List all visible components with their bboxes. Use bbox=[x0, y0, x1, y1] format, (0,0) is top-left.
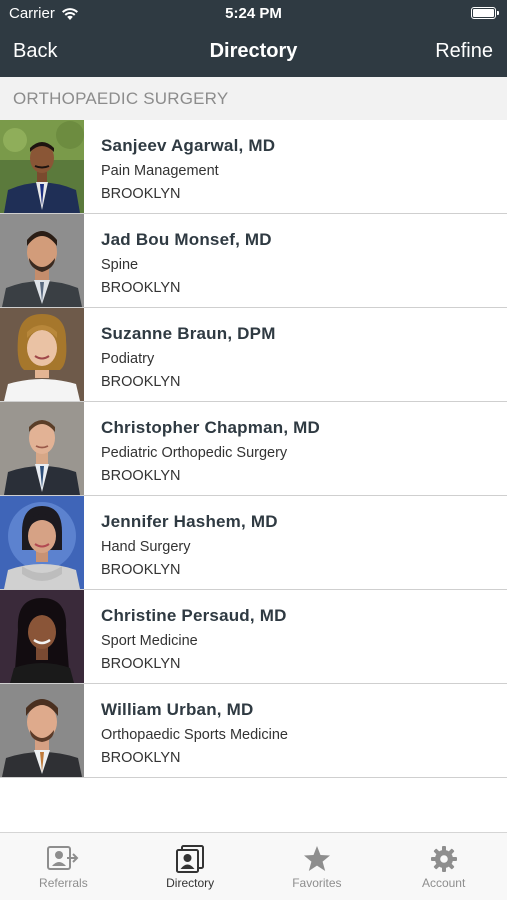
list-item[interactable]: William Urban, MD Orthopaedic Sports Med… bbox=[0, 684, 507, 778]
doctor-location: BROOKLYN bbox=[101, 656, 181, 672]
list-item[interactable]: Jennifer Hashem, MD Hand Surgery BROOKLY… bbox=[0, 496, 507, 590]
status-bar: Carrier 5:24 PM bbox=[0, 0, 507, 28]
doctor-name: William Urban, MD bbox=[101, 700, 254, 719]
doctor-photo bbox=[0, 214, 84, 307]
battery-icon bbox=[471, 7, 499, 19]
doctor-photo bbox=[0, 402, 84, 495]
doctor-location: BROOKLYN bbox=[101, 186, 181, 202]
tab-directory[interactable]: Directory bbox=[127, 833, 254, 900]
doctor-photo bbox=[0, 684, 84, 777]
doctor-specialty: Sport Medicine bbox=[101, 633, 198, 649]
doctor-photo bbox=[0, 590, 84, 683]
doctor-specialty: Orthopaedic Sports Medicine bbox=[101, 727, 288, 743]
gear-icon bbox=[430, 846, 457, 872]
tab-label: Favorites bbox=[292, 876, 342, 890]
clock: 5:24 PM bbox=[225, 5, 282, 22]
doctor-name: Sanjeev Agarwal, MD bbox=[101, 136, 276, 155]
list-item[interactable]: Suzanne Braun, DPM Podiatry BROOKLYN bbox=[0, 308, 507, 402]
doctor-specialty: Pain Management bbox=[101, 163, 219, 179]
doctor-specialty: Podiatry bbox=[101, 351, 155, 367]
tab-referrals[interactable]: Referrals bbox=[0, 833, 127, 900]
doctor-name: Christine Persaud, MD bbox=[101, 606, 287, 625]
doctor-specialty: Spine bbox=[101, 257, 139, 273]
list-item[interactable]: Jad Bou Monsef, MD Spine BROOKLYN bbox=[0, 214, 507, 308]
doctor-name: Christopher Chapman, MD bbox=[101, 418, 321, 437]
tab-favorites[interactable]: Favorites bbox=[254, 833, 381, 900]
tab-account[interactable]: Account bbox=[380, 833, 507, 900]
tab-label: Account bbox=[421, 876, 466, 890]
tab-label: Referrals bbox=[39, 876, 88, 890]
doctor-location: BROOKLYN bbox=[101, 280, 181, 296]
doctor-photo bbox=[0, 496, 84, 589]
doctor-location: BROOKLYN bbox=[101, 562, 181, 578]
directory-icon bbox=[176, 845, 205, 873]
doctor-location: BROOKLYN bbox=[101, 750, 181, 766]
list-item[interactable]: Christine Persaud, MD Sport Medicine BRO… bbox=[0, 590, 507, 684]
list-item[interactable]: Sanjeev Agarwal, MD Pain Management BROO… bbox=[0, 120, 507, 214]
doctor-name: Jennifer Hashem, MD bbox=[101, 512, 278, 531]
doctor-name: Suzanne Braun, DPM bbox=[101, 324, 276, 343]
doctor-location: BROOKLYN bbox=[101, 374, 181, 390]
doctor-name: Jad Bou Monsef, MD bbox=[101, 230, 272, 249]
refine-button[interactable]: Refine bbox=[435, 40, 493, 63]
tab-bar: Referrals Directory Favorites Account bbox=[0, 832, 507, 900]
tab-label: Directory bbox=[166, 876, 215, 890]
section-title: ORTHOPAEDIC SURGERY bbox=[13, 89, 229, 108]
doctor-list: Sanjeev Agarwal, MD Pain Management BROO… bbox=[0, 120, 507, 778]
list-item[interactable]: Christopher Chapman, MD Pediatric Orthop… bbox=[0, 402, 507, 496]
page-title: Directory bbox=[209, 40, 298, 62]
doctor-photo bbox=[0, 120, 84, 213]
doctor-location: BROOKLYN bbox=[101, 468, 181, 484]
section-header: ORTHOPAEDIC SURGERY bbox=[0, 77, 507, 120]
referral-icon bbox=[47, 846, 79, 870]
top-bar: Carrier 5:24 PM Back Directory Refine bbox=[0, 0, 507, 77]
doctor-specialty: Hand Surgery bbox=[101, 539, 191, 555]
doctor-specialty: Pediatric Orthopedic Surgery bbox=[101, 445, 288, 461]
doctor-photo bbox=[0, 308, 84, 401]
star-icon bbox=[303, 846, 330, 871]
navigation-bar: Back Directory Refine bbox=[0, 28, 507, 77]
